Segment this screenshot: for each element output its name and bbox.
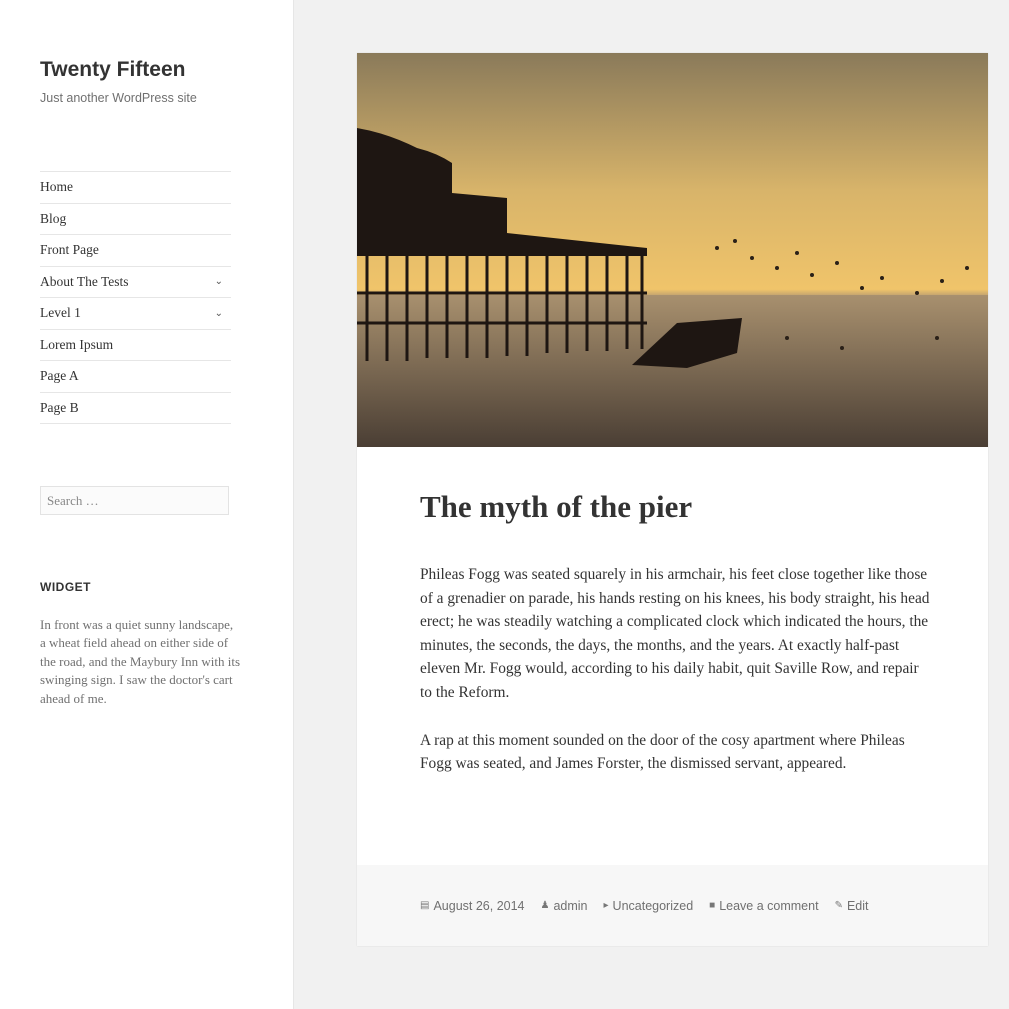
edit-label: Edit	[846, 898, 869, 913]
nav-item-page-b[interactable]: Page B	[40, 393, 231, 424]
nav-item-level-1[interactable]: Level 1 ⌄	[40, 298, 231, 330]
post-meta: ▤ August 26, 2014 ♟ admin ▸ Uncategorize…	[357, 865, 988, 946]
post-content: Phileas Fogg was seated squarely in his …	[420, 563, 930, 800]
nav-item-label: Home	[40, 179, 73, 195]
nav-item-about-the-tests[interactable]: About The Tests ⌄	[40, 267, 231, 298]
leave-comment-label: Leave a comment	[719, 898, 819, 913]
post-category: Uncategorized	[612, 898, 694, 913]
post-date: August 26, 2014	[433, 898, 525, 913]
nav-item-label: Lorem Ipsum	[40, 336, 114, 352]
site-title[interactable]: Twenty Fifteen	[40, 58, 185, 82]
post-category-link[interactable]: ▸ Uncategorized	[604, 899, 694, 913]
search-input[interactable]	[40, 486, 229, 515]
site-description: Just another WordPress site	[40, 91, 197, 105]
nav-item-label: Blog	[40, 210, 67, 226]
post-title[interactable]: The myth of the pier	[420, 489, 692, 525]
post-article: The myth of the pier Phileas Fogg was se…	[357, 53, 988, 946]
pencil-icon: ✎	[834, 900, 843, 911]
post-paragraph: Phileas Fogg was seated squarely in his …	[420, 566, 930, 701]
sidebar: Twenty Fifteen Just another WordPress si…	[0, 0, 294, 1009]
user-icon: ♟	[540, 900, 550, 911]
nav-item-label: Page B	[40, 399, 79, 415]
post-date-link[interactable]: ▤ August 26, 2014	[420, 899, 525, 913]
edit-link[interactable]: ✎ Edit	[835, 899, 869, 913]
nav-item-label: Page A	[40, 368, 79, 384]
chevron-down-icon[interactable]: ⌄	[215, 308, 223, 319]
comment-icon: ■	[709, 900, 716, 911]
chevron-down-icon[interactable]: ⌄	[215, 276, 223, 287]
leave-comment-link[interactable]: ■ Leave a comment	[709, 899, 818, 913]
post-author: admin	[553, 898, 588, 913]
nav-item-lorem-ipsum[interactable]: Lorem Ipsum	[40, 330, 231, 361]
nav-item-label: About The Tests	[40, 273, 129, 289]
calendar-icon: ▤	[420, 900, 430, 911]
main-navigation: Home Blog Front Page About The Tests ⌄ Le…	[40, 171, 231, 424]
widget-text: In front was a quiet sunny landscape, a …	[40, 617, 241, 706]
widget-title: WIDGET	[40, 580, 91, 594]
nav-item-page-a[interactable]: Page A	[40, 361, 231, 393]
nav-item-front-page[interactable]: Front Page	[40, 235, 231, 267]
nav-item-blog[interactable]: Blog	[40, 204, 231, 235]
post-paragraph: A rap at this moment sounded on the door…	[420, 731, 905, 773]
folder-icon: ▸	[603, 900, 609, 911]
nav-item-home[interactable]: Home	[40, 172, 231, 204]
post-author-link[interactable]: ♟ admin	[541, 899, 588, 913]
featured-image	[357, 53, 988, 447]
nav-item-label: Front Page	[40, 242, 99, 258]
nav-item-label: Level 1	[40, 305, 81, 321]
